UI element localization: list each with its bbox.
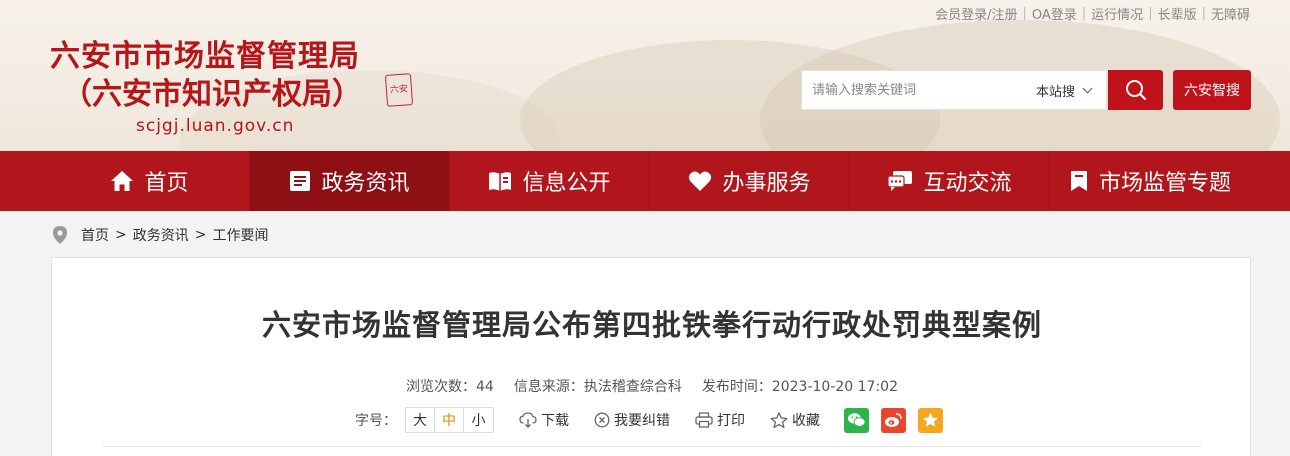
- chevron-down-icon: [1082, 83, 1093, 93]
- printer-icon: [695, 412, 713, 428]
- location-pin-icon: [53, 226, 67, 244]
- oa-login-link[interactable]: OA登录: [1032, 4, 1077, 23]
- site-name[interactable]: 六安市市场监督管理局: [50, 38, 360, 76]
- publish-time: 发布时间：2023-10-20 17:02: [701, 379, 898, 395]
- heart-icon: [689, 171, 712, 191]
- divider: [102, 446, 1202, 447]
- home-icon: [111, 171, 134, 191]
- separator: |: [1022, 5, 1027, 21]
- seal-text: 六安: [389, 84, 409, 96]
- nav-item-disclosure[interactable]: 信息公开: [450, 151, 650, 211]
- download-button[interactable]: 下载: [519, 410, 569, 430]
- nav-label: 政务资讯: [321, 171, 410, 196]
- nav-item-interaction[interactable]: 互动交流: [850, 151, 1050, 211]
- search-input[interactable]: [802, 71, 1022, 109]
- nav-item-services[interactable]: 办事服务: [650, 151, 850, 211]
- nav-label: 市场监管专题: [1098, 171, 1231, 196]
- separator: |: [1148, 5, 1153, 21]
- article-title: 六安市场监督管理局公布第四批铁拳行动行政处罚典型案例: [261, 308, 1042, 342]
- nav-item-home[interactable]: 首页: [50, 151, 250, 211]
- nav-item-news[interactable]: 政务资讯: [250, 151, 450, 211]
- breadcrumb-home[interactable]: 首页: [81, 225, 109, 245]
- qzone-star-icon: [923, 412, 938, 427]
- nav-item-topics[interactable]: 市场监管专题: [1050, 151, 1250, 211]
- breadcrumb: 首页 > 政务资讯 > 工作要闻: [52, 224, 268, 246]
- error-circle-icon: [594, 412, 610, 428]
- weibo-icon: [885, 413, 902, 427]
- print-label: 打印: [717, 413, 745, 429]
- star-icon: [770, 411, 788, 428]
- favorite-label: 收藏: [792, 413, 820, 429]
- separator: |: [1201, 5, 1206, 21]
- breadcrumb-news[interactable]: 政务资讯: [133, 225, 189, 245]
- search-box: 本站搜: [801, 70, 1107, 110]
- article-container: 六安市场监督管理局公布第四批铁拳行动行政处罚典型案例 浏览次数：44 信息来源：…: [51, 257, 1251, 456]
- report-error-button[interactable]: 我要纠错: [594, 410, 670, 430]
- site-name-secondary[interactable]: （六安市知识产权局）: [62, 76, 362, 114]
- font-size-large[interactable]: 大: [406, 408, 435, 432]
- separator: |: [1081, 5, 1087, 21]
- nav-label: 首页: [144, 171, 189, 196]
- search-button[interactable]: [1108, 70, 1163, 110]
- search-scope-label: 本站搜: [1036, 84, 1076, 100]
- font-size-selector: 大 中 小: [405, 407, 494, 433]
- main-nav: 首页 政务资讯 信息公开 办事服务 互动交流 市场监管专题: [0, 151, 1290, 211]
- share-qzone-button[interactable]: [918, 407, 943, 433]
- book-icon: [489, 172, 512, 191]
- breadcrumb-current[interactable]: 工作要闻: [212, 225, 268, 245]
- elder-mode-link[interactable]: 长辈版: [1158, 4, 1197, 23]
- cloud-download-icon: [519, 412, 537, 428]
- site-domain: scjgj.luan.gov.cn: [136, 116, 295, 136]
- info-source: 信息来源：执法稽查综合科: [513, 379, 682, 395]
- report-error-label: 我要纠错: [614, 413, 670, 429]
- search-icon: [1125, 80, 1146, 101]
- chat-icon: [887, 171, 913, 191]
- running-status-link[interactable]: 运行情况: [1091, 4, 1143, 23]
- site-header: 会员登录/注册 | OA登录 | 运行情况 | 长辈版 | 无障碍 六安市市场监…: [0, 0, 1290, 151]
- accessibility-link[interactable]: 无障碍: [1211, 4, 1250, 23]
- search-scope-select[interactable]: 本站搜: [1036, 71, 1093, 109]
- smart-search-button[interactable]: 六安智搜: [1173, 70, 1251, 110]
- seal-logo: 六安: [384, 73, 414, 107]
- favorite-button[interactable]: 收藏: [770, 410, 820, 430]
- breadcrumb-separator: >: [194, 227, 207, 243]
- login-register-link[interactable]: 会员登录/注册: [935, 4, 1017, 23]
- news-icon: [290, 171, 311, 191]
- nav-label: 互动交流: [923, 171, 1012, 196]
- font-size-medium[interactable]: 中: [435, 408, 464, 432]
- font-size-small[interactable]: 小: [464, 408, 493, 432]
- top-links: 会员登录/注册 | OA登录 | 运行情况 | 长辈版 | 无障碍: [935, 4, 1250, 23]
- view-count: 浏览次数：44: [406, 379, 494, 395]
- article-meta: 浏览次数：44 信息来源：执法稽查综合科 发布时间：2023-10-20 17:…: [52, 376, 1252, 396]
- article-tools: 字号： 大 中 小 下载 我要纠错 打印 收藏: [355, 407, 943, 433]
- breadcrumb-separator: >: [115, 227, 127, 243]
- bookmark-icon: [1070, 171, 1087, 191]
- nav-label: 信息公开: [522, 171, 611, 196]
- share-weibo-button[interactable]: [881, 407, 906, 433]
- wechat-icon: [848, 413, 866, 427]
- font-size-label: 字号：: [355, 413, 397, 429]
- download-label: 下载: [541, 413, 569, 429]
- print-button[interactable]: 打印: [695, 410, 745, 430]
- share-wechat-button[interactable]: [844, 407, 869, 433]
- nav-label: 办事服务: [722, 171, 811, 196]
